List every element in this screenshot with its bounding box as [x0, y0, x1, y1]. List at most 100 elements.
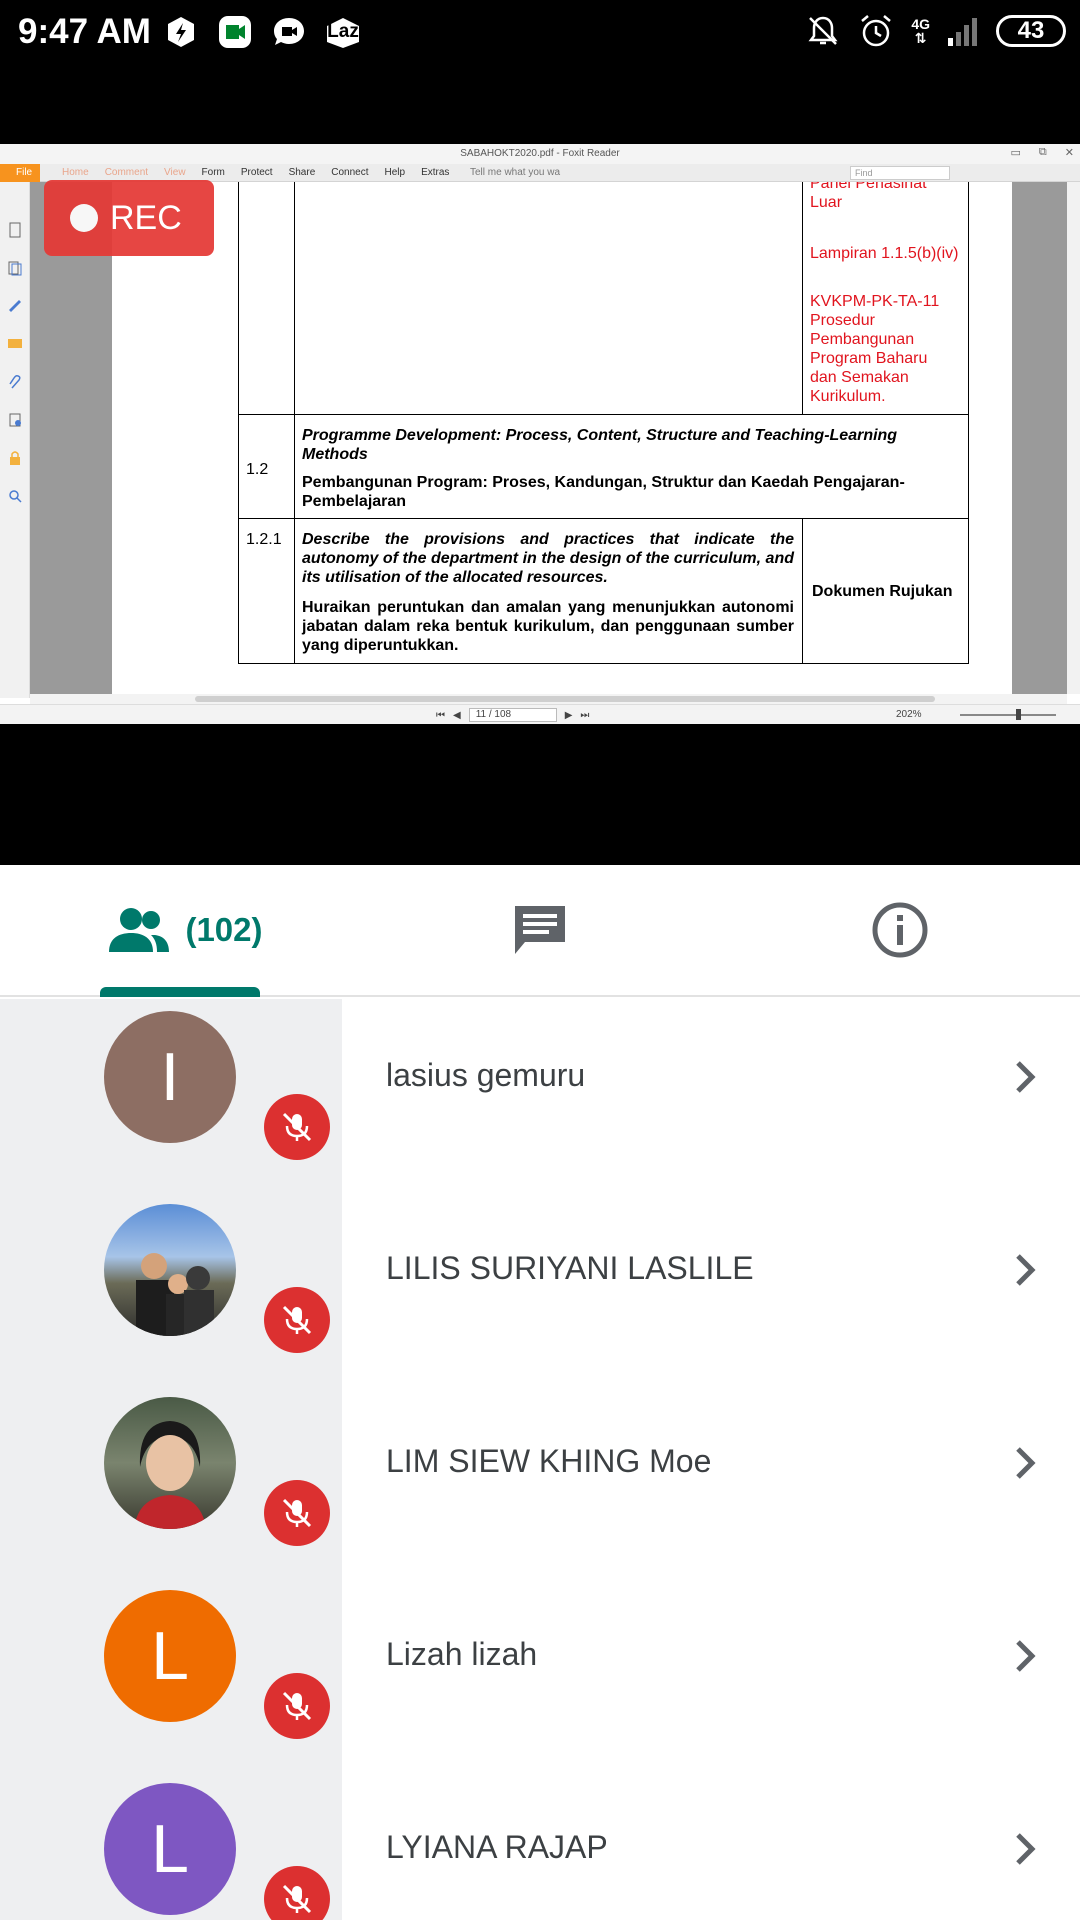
status-bar: 9:47 AM Laz 4G ⇅ 43 [0, 0, 1080, 70]
tab-people[interactable]: (102) [90, 865, 280, 995]
chevron-right-icon[interactable] [1008, 1443, 1044, 1483]
last-page-icon[interactable]: ⏭ [580, 710, 589, 721]
active-tab-indicator [100, 987, 260, 997]
messenger-lightning-icon [162, 13, 200, 51]
chevron-right-icon[interactable] [1008, 1250, 1044, 1290]
tell-me-field[interactable]: Tell me what you wa [470, 167, 560, 178]
comments-icon[interactable] [7, 336, 23, 352]
table-border [802, 518, 803, 664]
attachment-icon[interactable] [7, 374, 23, 390]
row-1-2-1-reference: Dokumen Rujukan [812, 583, 953, 600]
zoom-level[interactable]: 202% [896, 709, 922, 720]
pdf-page: Panel Penasihat Luar Lampiran 1.1.5(b)(i… [112, 182, 1012, 694]
prev-page-icon[interactable]: ◀ [453, 710, 461, 721]
people-icon [109, 908, 170, 952]
mic-off-icon [264, 1480, 330, 1546]
menu-protect[interactable]: Protect [241, 167, 273, 178]
mic-off-icon [264, 1673, 330, 1739]
menu-share[interactable]: Share [289, 167, 316, 178]
layers-icon[interactable] [7, 412, 23, 428]
menu-comment[interactable]: Comment [105, 167, 148, 178]
table-border [238, 182, 239, 664]
recording-label: REC [110, 198, 182, 237]
chat-bubble-icon [270, 13, 308, 51]
participant-name: LYIANA RAJAP [386, 1829, 608, 1865]
zoom-slider-knob[interactable] [1016, 709, 1021, 720]
status-right: 4G ⇅ 43 [805, 12, 1066, 50]
participant-row[interactable]: L Lizah lizah [0, 1578, 1080, 1771]
menu-file[interactable]: File [0, 164, 40, 182]
alarm-clock-icon [861, 15, 892, 47]
restore-icon[interactable]: ⧉ [1039, 146, 1047, 159]
bell-muted-icon [808, 16, 838, 45]
participant-name: Lizah lizah [386, 1636, 538, 1672]
next-page-icon[interactable]: ▶ [565, 710, 573, 721]
table-border [294, 182, 295, 664]
table-border [238, 414, 969, 415]
panel-tabs: (102) [0, 865, 1080, 997]
participant-row[interactable]: L LYIANA RAJAP [0, 1771, 1080, 1920]
lock-icon[interactable] [7, 450, 23, 466]
network-label: 4G [911, 16, 930, 32]
table-border [238, 663, 969, 664]
pdf-gutter-left [30, 182, 112, 694]
avatar: L [104, 1590, 236, 1722]
pdf-vertical-scrollbar[interactable] [1067, 182, 1080, 694]
pdf-gutter-right [1012, 182, 1067, 694]
page-navigator: ⏮ ◀ 11 / 108 ▶ ⏭ [436, 708, 589, 722]
laz-label: Laz [327, 21, 359, 42]
signal-icon [948, 18, 977, 46]
participant-list[interactable]: I lasius gemuru LILIS SURIYANI LASLILE L… [0, 999, 1080, 1920]
search-tool-icon[interactable] [7, 488, 23, 504]
chevron-right-icon[interactable] [1008, 1636, 1044, 1676]
screen-share-area: SABAHOKT2020.pdf - Foxit Reader ▭ ⧉ ✕ Fi… [0, 70, 1080, 865]
window-controls: ▭ ⧉ ✕ [1011, 146, 1074, 159]
notification-icons: Laz [162, 13, 362, 51]
zoom-slider[interactable] [960, 714, 1056, 716]
pages-icon[interactable] [7, 260, 23, 276]
laz-icon: Laz [324, 13, 362, 51]
first-page-icon[interactable]: ⏮ [436, 710, 445, 721]
pdf-titlebar: SABAHOKT2020.pdf - Foxit Reader ▭ ⧉ ✕ [0, 144, 1080, 164]
participant-count: (102) [185, 911, 263, 948]
close-icon[interactable]: ✕ [1065, 146, 1074, 159]
avatar-photo [104, 1204, 236, 1336]
menu-connect[interactable]: Connect [331, 167, 368, 178]
recording-badge: REC [44, 180, 214, 256]
scrollbar-thumb[interactable] [195, 696, 935, 702]
pdf-left-panel [0, 182, 30, 698]
participant-row[interactable]: I lasius gemuru [0, 999, 1080, 1192]
row-1-2-english: Programme Development: Process, Content,… [302, 427, 898, 463]
menu-help[interactable]: Help [385, 167, 406, 178]
bookmark-icon[interactable] [7, 222, 23, 238]
chevron-right-icon[interactable] [1008, 1829, 1044, 1869]
participant-row[interactable]: LIM SIEW KHING Moe [0, 1385, 1080, 1578]
info-icon [872, 902, 928, 958]
menu-items: Home Comment View Form Protect Share Con… [62, 167, 449, 178]
menu-home[interactable]: Home [62, 167, 89, 178]
avatar: L [104, 1783, 236, 1915]
tab-info[interactable] [840, 865, 960, 995]
participant-name: LIM SIEW KHING Moe [386, 1443, 712, 1479]
menu-form[interactable]: Form [202, 167, 225, 178]
battery-indicator: 43 [996, 15, 1066, 47]
minimize-icon[interactable]: ▭ [1011, 146, 1021, 159]
menu-extras[interactable]: Extras [421, 167, 449, 178]
avatar-photo [104, 1397, 236, 1529]
participant-row[interactable]: LILIS SURIYANI LASLILE [0, 1192, 1080, 1385]
table-border [238, 518, 969, 519]
find-input[interactable]: Find [850, 166, 950, 180]
table-border [802, 182, 803, 414]
meeting-details-panel: (102) I lasius gemuru LILIS SURIYANI LAS… [0, 865, 1080, 1920]
pdf-window-title: SABAHOKT2020.pdf - Foxit Reader [460, 148, 620, 159]
menu-view[interactable]: View [164, 167, 186, 178]
tab-chat[interactable] [480, 865, 600, 995]
ref-luar: Luar [810, 194, 843, 211]
ref-panel-penasihat: Panel Penasihat [810, 182, 927, 192]
row-1-2-1-malay: Huraikan peruntukan dan amalan yang menu… [302, 599, 794, 654]
page-number-field[interactable]: 11 / 108 [468, 708, 557, 722]
chevron-right-icon[interactable] [1008, 1057, 1044, 1097]
pdf-horizontal-scrollbar[interactable] [30, 694, 1067, 704]
signature-icon[interactable] [7, 298, 23, 314]
network-type: 4G ⇅ [911, 16, 930, 46]
